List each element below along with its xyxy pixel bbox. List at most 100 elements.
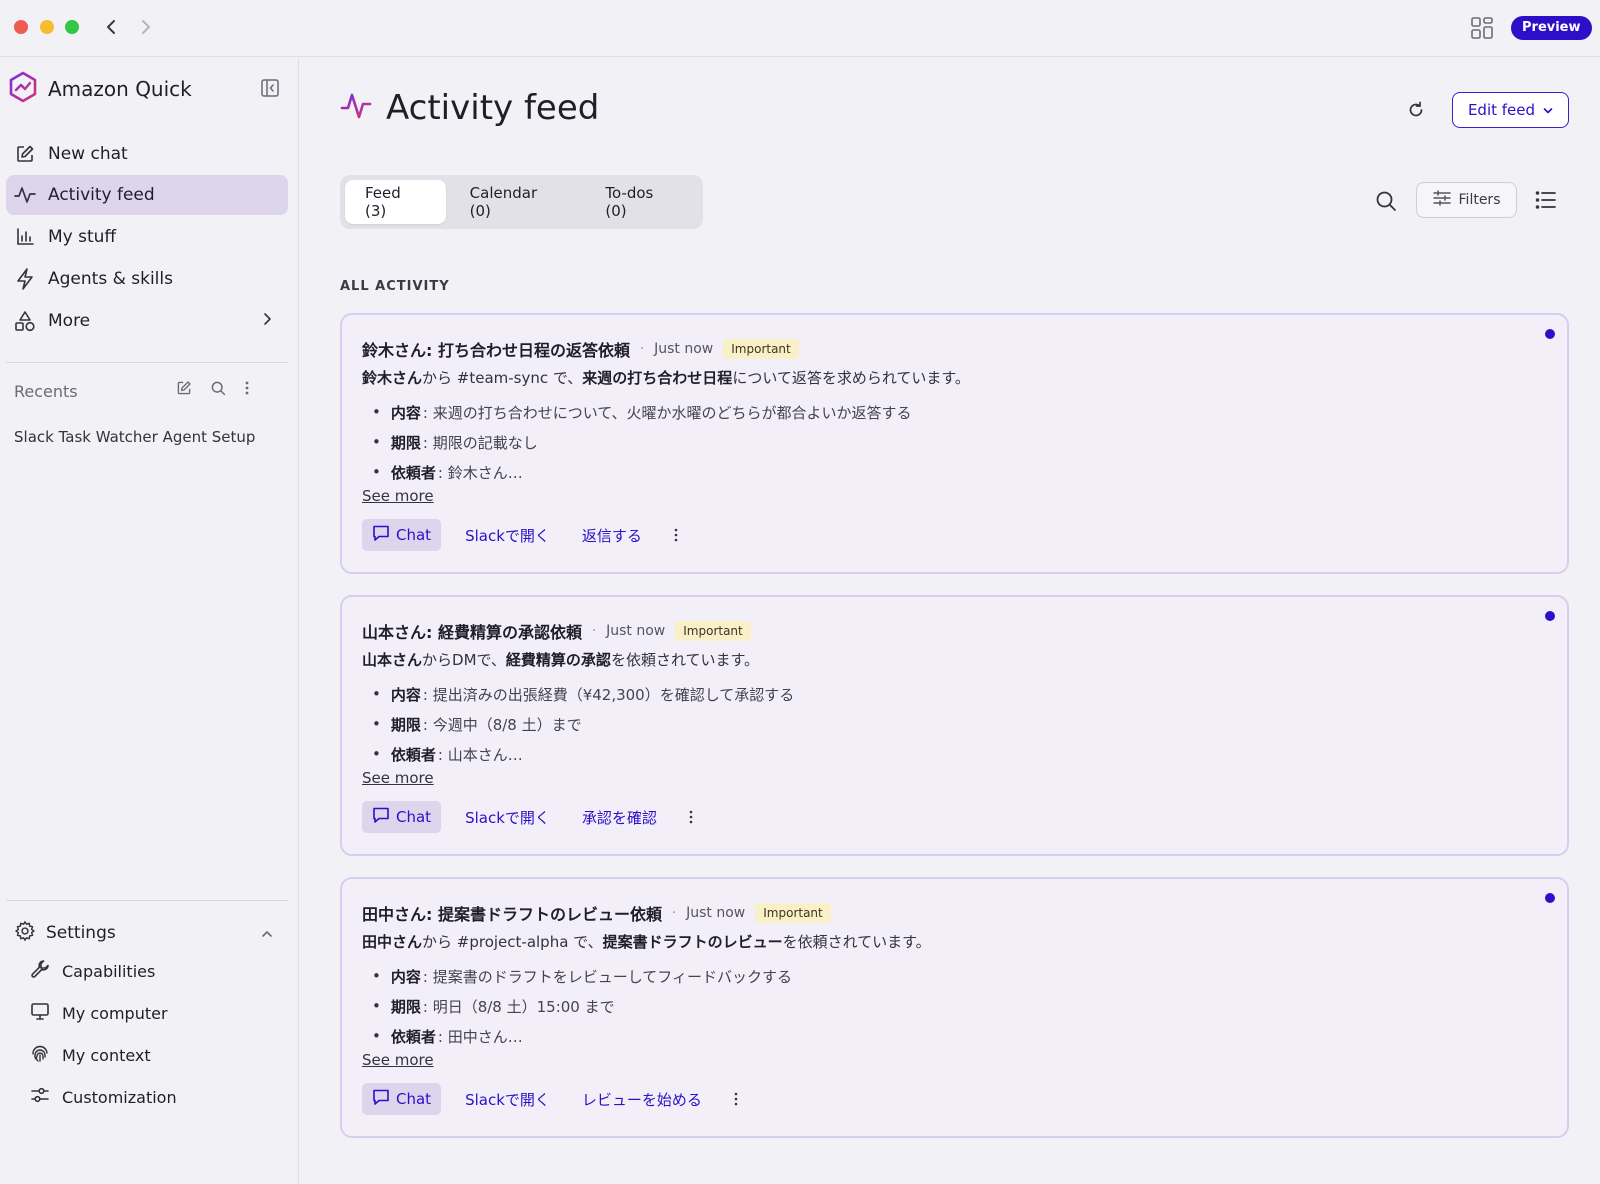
wrench-icon: [30, 959, 50, 983]
recents-toolbar: [176, 380, 250, 400]
more-options-icon[interactable]: [666, 523, 686, 547]
settings-capabilities[interactable]: Capabilities: [30, 956, 155, 986]
chat-label: Chat: [396, 526, 432, 544]
summary-person: 鈴木さん: [362, 369, 423, 387]
filters-button[interactable]: Filters: [1416, 182, 1517, 218]
edit-feed-label: Edit feed: [1467, 101, 1536, 119]
card-time: Just now: [606, 623, 666, 639]
open-in-slack-link[interactable]: Slackで開く: [457, 1089, 558, 1110]
detail-key: 期限: [390, 433, 421, 452]
minimize-window-button[interactable]: [40, 20, 54, 34]
brand[interactable]: Amazon Quick: [8, 71, 192, 107]
bar-chart-icon: [14, 226, 36, 248]
primary-action-link[interactable]: 承認を確認: [574, 807, 665, 828]
nav-my-stuff[interactable]: My stuff: [6, 217, 288, 257]
chat-label: Chat: [396, 808, 432, 826]
summary-text: を依頼されています。: [782, 933, 931, 951]
detail-item: 依頼者: 田中さん…: [362, 1021, 792, 1051]
collapse-sidebar-icon[interactable]: [260, 78, 280, 98]
tab-todos[interactable]: To-dos (0): [585, 180, 698, 224]
list-view-icon[interactable]: [1534, 188, 1558, 212]
summary-text: について返答を求められています。: [732, 369, 970, 387]
open-in-slack-link[interactable]: Slackで開く: [457, 525, 558, 546]
importance-badge: Important: [755, 903, 831, 923]
see-more-link[interactable]: See more: [362, 1051, 434, 1069]
more-options-icon[interactable]: [726, 1087, 746, 1111]
detail-item: 依頼者: 鈴木さん…: [362, 457, 912, 487]
nav-agents-skills[interactable]: Agents & skills: [6, 259, 288, 299]
tab-calendar[interactable]: Calendar (0): [450, 180, 582, 224]
detail-item: 期限: 明日（8/8 土）15:00 まで: [362, 991, 792, 1021]
separator-dot: ·: [671, 905, 677, 921]
nav-activity-feed[interactable]: Activity feed: [6, 175, 288, 215]
summary-subject: 経費精算の承認: [505, 651, 611, 669]
card-time: Just now: [654, 341, 714, 357]
nav-label: Activity feed: [48, 185, 155, 205]
settings-my-context[interactable]: My context: [30, 1040, 151, 1070]
amazon-quick-logo-icon: [8, 71, 38, 107]
back-arrow-icon[interactable]: [99, 14, 123, 40]
see-more-link[interactable]: See more: [362, 769, 434, 787]
card-title: 田中さん: 提案書ドラフトのレビュー依頼: [362, 905, 662, 924]
close-window-button[interactable]: [14, 20, 28, 34]
fingerprint-icon: [30, 1043, 50, 1067]
nav-label: Agents & skills: [48, 269, 173, 289]
recents-more-icon[interactable]: [244, 380, 250, 400]
open-in-slack-link[interactable]: Slackで開く: [457, 807, 558, 828]
activity-card[interactable]: 田中さん: 提案書ドラフトのレビュー依頼 · Just now Importan…: [340, 877, 1569, 1138]
activity-card[interactable]: 鈴木さん: 打ち合わせ日程の返答依頼 · Just now Important …: [340, 313, 1569, 574]
detail-value: : 提出済みの出張経費（¥42,300）を確認して承認する: [422, 685, 795, 704]
new-recent-edit-icon[interactable]: [176, 380, 192, 400]
chat-bubble-icon: [372, 806, 390, 828]
settings-section-toggle[interactable]: Settings: [14, 916, 284, 950]
detail-key: 依頼者: [390, 745, 436, 764]
sidebar-divider: [6, 900, 288, 901]
detail-value: : 山本さん…: [437, 745, 523, 764]
page-header: Activity feed: [340, 88, 599, 128]
settings-customization[interactable]: Customization: [30, 1082, 177, 1112]
chevron-right-icon: [262, 311, 272, 332]
detail-value: : 明日（8/8 土）15:00 まで: [422, 997, 615, 1016]
activity-icon: [14, 184, 36, 206]
filters-label: Filters: [1458, 192, 1501, 208]
card-header: 田中さん: 提案書ドラフトのレビュー依頼 · Just now Importan…: [362, 901, 831, 925]
see-more-link[interactable]: See more: [362, 487, 434, 505]
card-header: 山本さん: 経費精算の承認依頼 · Just now Important: [362, 619, 751, 643]
grid-icon[interactable]: [1470, 16, 1494, 40]
search-recents-icon[interactable]: [210, 380, 226, 400]
monitor-icon: [30, 1001, 50, 1025]
tab-feed[interactable]: Feed (3): [345, 180, 446, 224]
detail-key: 内容: [390, 403, 421, 422]
recent-item[interactable]: Slack Task Watcher Agent Setup: [14, 428, 255, 446]
sidebar: Amazon Quick New chat Activity feed My s…: [0, 58, 299, 1184]
forward-arrow-icon[interactable]: [134, 14, 158, 40]
chat-button[interactable]: Chat: [362, 801, 442, 833]
summary-person: 山本さん: [362, 651, 423, 669]
detail-item: 内容: 来週の打ち合わせについて、火曜か水曜のどちらが都合よいか返答する: [362, 397, 912, 427]
more-options-icon[interactable]: [681, 805, 701, 829]
brand-name: Amazon Quick: [48, 77, 192, 101]
primary-action-link[interactable]: レビューを始める: [574, 1089, 710, 1110]
card-summary: 鈴木さんから #team-sync で、来週の打ち合わせ日程について返答を求めら…: [362, 367, 970, 388]
card-actions: Chat Slackで開く 承認を確認: [362, 801, 701, 833]
unread-indicator: [1545, 611, 1555, 621]
search-icon[interactable]: [1374, 189, 1398, 213]
nav-more[interactable]: More: [6, 301, 288, 341]
detail-value: : 田中さん…: [437, 1027, 523, 1046]
summary-subject: 来週の打ち合わせ日程: [582, 369, 733, 387]
unread-indicator: [1545, 893, 1555, 903]
feed-tabs: Feed (3) Calendar (0) To-dos (0): [340, 175, 703, 229]
nav-label: My stuff: [48, 227, 117, 247]
chat-bubble-icon: [372, 524, 390, 546]
edit-feed-button[interactable]: Edit feed: [1452, 92, 1569, 128]
zoom-window-button[interactable]: [65, 20, 79, 34]
activity-card[interactable]: 山本さん: 経費精算の承認依頼 · Just now Important 山本さ…: [340, 595, 1569, 856]
settings-my-computer[interactable]: My computer: [30, 998, 168, 1028]
chat-button[interactable]: Chat: [362, 519, 442, 551]
detail-key: 期限: [390, 715, 421, 734]
refresh-icon[interactable]: [1406, 100, 1426, 120]
nav-new-chat[interactable]: New chat: [6, 134, 288, 174]
primary-action-link[interactable]: 返信する: [574, 525, 650, 546]
chat-button[interactable]: Chat: [362, 1083, 442, 1115]
sliders-icon: [30, 1085, 50, 1109]
